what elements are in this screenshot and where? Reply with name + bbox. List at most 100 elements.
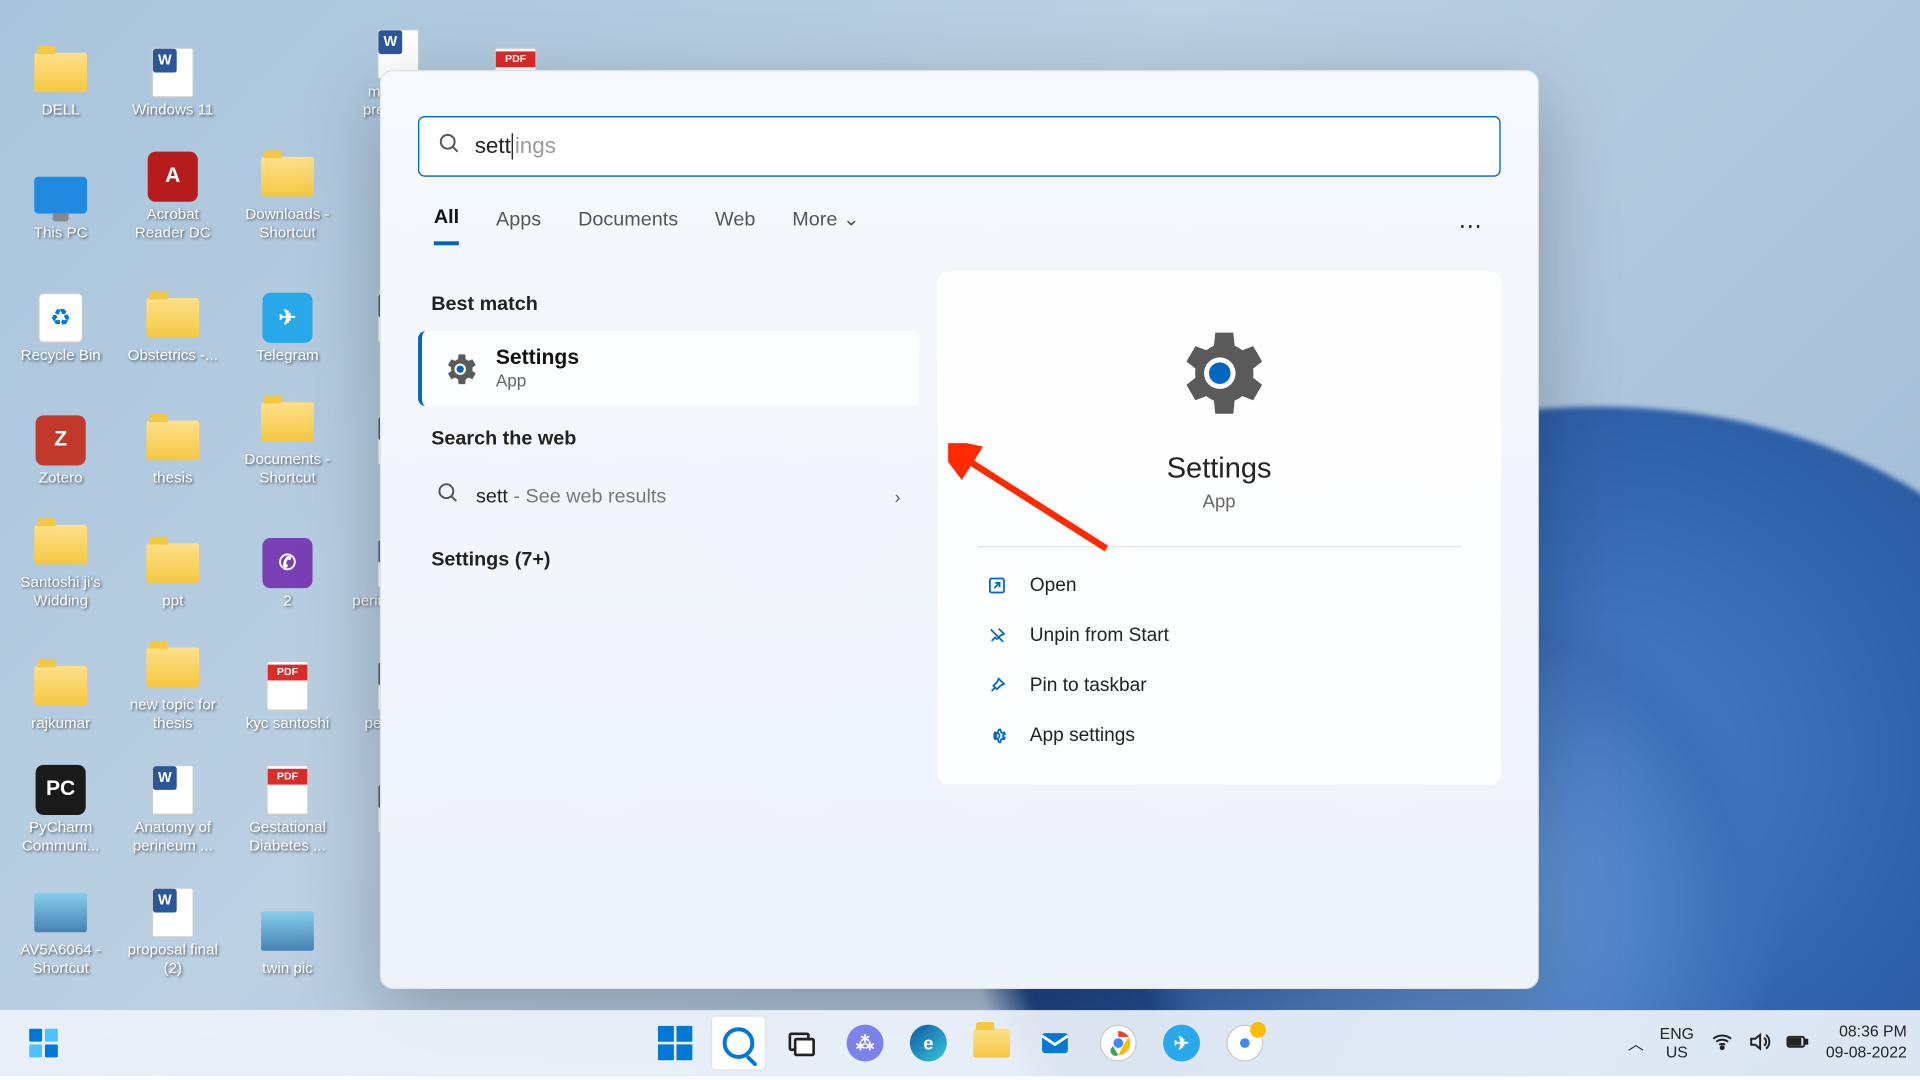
desktop-icon-label: thesis xyxy=(153,471,193,489)
tab-more[interactable]: More ⌄ xyxy=(792,207,859,244)
best-match-subtitle: App xyxy=(496,371,579,391)
desktop-icon[interactable]: Z Zotero xyxy=(7,367,115,490)
app-icon: Z xyxy=(29,414,92,467)
search-bar[interactable]: settings xyxy=(418,116,1501,177)
desktop-icon-label: proposal final (2) xyxy=(120,943,225,979)
desktop-icon[interactable]: thesis xyxy=(119,367,227,490)
desktop-icon[interactable]: Downloads - Shortcut xyxy=(233,121,341,244)
desktop-icon[interactable]: AAcrobat Reader DC xyxy=(119,121,227,244)
desktop-icon-label: Documents - Shortcut xyxy=(235,453,340,489)
search-icon xyxy=(436,481,460,511)
volume-icon[interactable] xyxy=(1747,1029,1771,1057)
taskbar-edge[interactable]: e xyxy=(901,1015,956,1070)
task-view-button[interactable] xyxy=(774,1015,829,1070)
taskbar: ⁂ e ✈ ︿ ENG US 08:36 PM 09-08-2022 xyxy=(0,1010,1920,1076)
taskbar-chrome[interactable] xyxy=(1091,1015,1146,1070)
desktop-icon-label: 2 xyxy=(283,594,291,612)
gear-icon xyxy=(440,349,480,389)
desktop-icon[interactable]: rajkumar xyxy=(7,612,115,735)
folder-icon xyxy=(141,641,204,694)
desktop-icon-label: Anatomy of perineum ... xyxy=(120,821,225,857)
desktop-icon[interactable]: ✈ Telegram xyxy=(233,244,341,367)
taskbar-chrome-profile[interactable] xyxy=(1217,1015,1272,1070)
widgets-button[interactable] xyxy=(16,1015,71,1070)
preview-action-label: Open xyxy=(1030,575,1077,596)
desktop-icon[interactable]: Recycle Bin xyxy=(7,244,115,367)
desktop-icon-label: Zotero xyxy=(39,471,83,489)
preview-action-open[interactable]: Open xyxy=(977,560,1461,610)
wifi-icon[interactable] xyxy=(1710,1029,1734,1057)
pdf-icon xyxy=(256,660,319,713)
pdf-icon xyxy=(256,764,319,817)
desktop-icon[interactable]: Windows 11 xyxy=(119,0,227,121)
desktop-icon-label: DELL xyxy=(42,103,80,121)
desktop-icon[interactable]: twin pic xyxy=(233,857,341,980)
taskbar-teams[interactable]: ⁂ xyxy=(837,1015,892,1070)
search-filter-tabs: All Apps Documents Web More ⌄ ⋯ xyxy=(381,177,1537,256)
desktop-icon[interactable]: ✆2 xyxy=(233,489,341,612)
desktop-icon[interactable]: This PC xyxy=(7,121,115,244)
preview-action-label: App settings xyxy=(1030,725,1135,746)
language-switcher[interactable]: ENG US xyxy=(1660,1024,1694,1062)
desktop-icon-label: This PC xyxy=(34,226,88,244)
desktop-icon[interactable]: AV5A6064 - Shortcut xyxy=(7,857,115,980)
desktop-icon[interactable]: Obstetrics -... xyxy=(119,244,227,367)
monitor-icon xyxy=(29,169,92,222)
preview-action-pin-taskbar[interactable]: Pin to taskbar xyxy=(977,661,1461,711)
desktop-icon[interactable]: Gestational Diabetes ... xyxy=(233,735,341,858)
preview-action-label: Pin to taskbar xyxy=(1030,675,1147,696)
taskbar-mail[interactable] xyxy=(1027,1015,1082,1070)
doc-icon xyxy=(141,46,204,99)
desktop-icon[interactable]: new topic for thesis xyxy=(119,612,227,735)
app-icon: PC xyxy=(29,764,92,817)
desktop-icon-label: Acrobat Reader DC xyxy=(120,208,225,244)
web-result-sett[interactable]: sett - See web results › xyxy=(418,465,919,527)
desktop-icon-label: Gestational Diabetes ... xyxy=(235,821,340,857)
tab-apps[interactable]: Apps xyxy=(496,208,541,244)
preview-action-unpin-start[interactable]: Unpin from Start xyxy=(977,611,1461,661)
doc-icon xyxy=(141,764,204,817)
search-preview-pane: Settings App Open Unpin from Start Pin t… xyxy=(938,272,1501,785)
desktop-icon[interactable]: DELL xyxy=(7,0,115,121)
unpin-icon xyxy=(985,624,1009,648)
desktop-icon[interactable]: proposal final (2) xyxy=(119,857,227,980)
desktop-icon-label: Downloads - Shortcut xyxy=(235,208,340,244)
preview-title: Settings xyxy=(1167,451,1272,485)
desktop-icon[interactable]: kyc santoshi xyxy=(233,612,341,735)
settings-group-header[interactable]: Settings (7+) xyxy=(418,527,919,586)
system-tray: ︿ ENG US 08:36 PM 09-08-2022 xyxy=(1628,1023,1907,1064)
tab-all[interactable]: All xyxy=(434,206,459,246)
clock[interactable]: 08:36 PM 09-08-2022 xyxy=(1826,1023,1907,1064)
start-button[interactable] xyxy=(647,1015,702,1070)
desktop-icon[interactable]: PCPyCharm Communi... xyxy=(7,735,115,858)
desktop-icon-label: Telegram xyxy=(256,348,318,366)
folder-icon xyxy=(141,292,204,345)
taskbar-telegram[interactable]: ✈ xyxy=(1154,1015,1209,1070)
app-icon: ✈ xyxy=(256,292,319,345)
tab-documents[interactable]: Documents xyxy=(578,208,678,244)
img-icon xyxy=(29,887,92,940)
desktop-icon[interactable]: Anatomy of perineum ... xyxy=(119,735,227,858)
desktop-icon-label: Recycle Bin xyxy=(21,348,101,366)
desktop-icon[interactable]: Documents - Shortcut xyxy=(233,367,341,490)
chevron-down-icon: ⌄ xyxy=(843,208,860,230)
gear-icon xyxy=(985,724,1009,748)
open-icon xyxy=(985,574,1009,598)
folder-icon xyxy=(29,46,92,99)
preview-action-app-settings[interactable]: App settings xyxy=(977,711,1461,761)
tray-overflow-icon[interactable]: ︿ xyxy=(1628,1032,1644,1054)
tab-web[interactable]: Web xyxy=(715,208,755,244)
desktop-icon-label: Santoshi ji's Widding xyxy=(8,575,113,611)
img-icon xyxy=(256,905,319,958)
search-icon xyxy=(438,131,462,161)
desktop-icon[interactable]: Santoshi ji's Widding xyxy=(7,489,115,612)
more-options-icon[interactable]: ⋯ xyxy=(1458,212,1484,240)
search-button[interactable] xyxy=(711,1015,766,1070)
desktop-icon-label: rajkumar xyxy=(31,716,90,734)
taskbar-explorer[interactable] xyxy=(964,1015,1019,1070)
start-search-popup: settings All Apps Documents Web More ⌄ ⋯… xyxy=(380,70,1539,989)
best-match-title: Settings xyxy=(496,347,579,371)
best-match-settings[interactable]: Settings App xyxy=(418,331,919,406)
battery-icon[interactable] xyxy=(1784,1029,1810,1057)
desktop-icon[interactable]: ppt xyxy=(119,489,227,612)
